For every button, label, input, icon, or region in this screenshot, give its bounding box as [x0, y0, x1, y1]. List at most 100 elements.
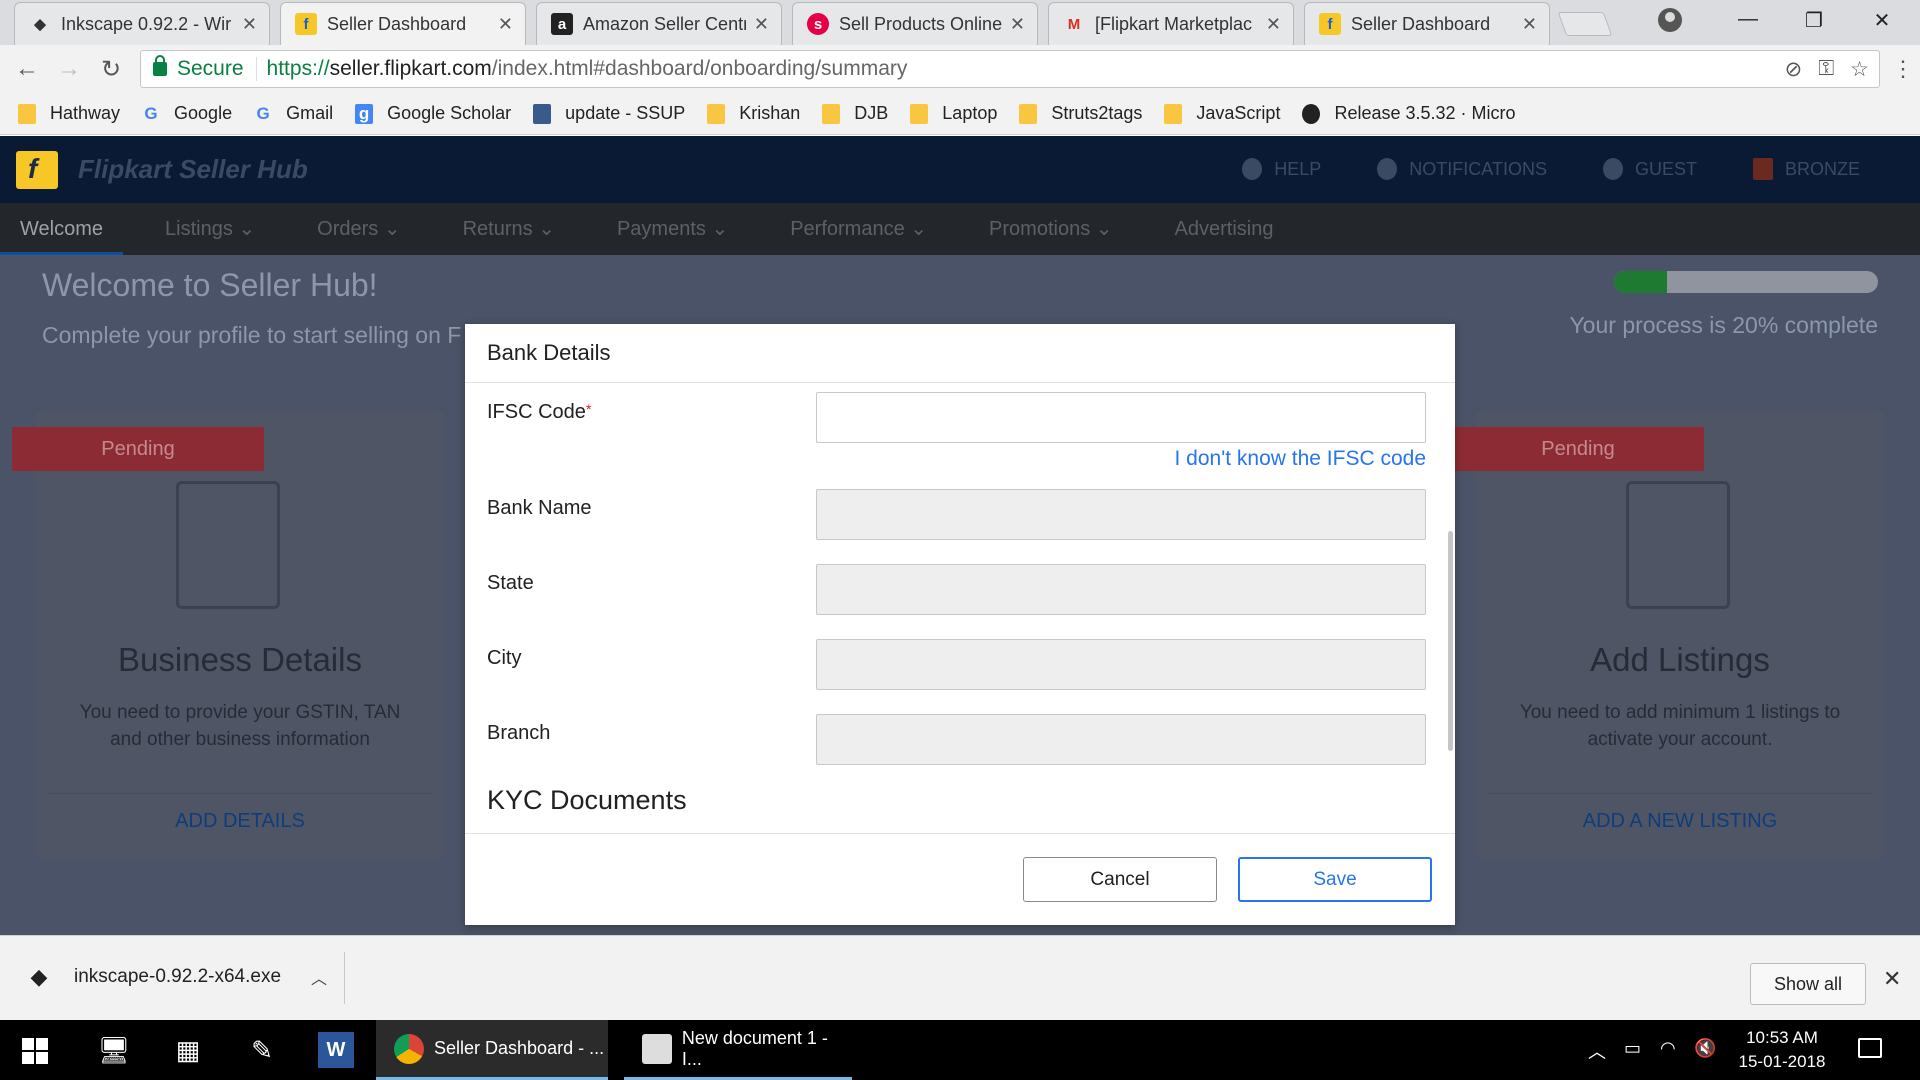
system-clock[interactable]: 10:53 AM 15-01-2018	[1732, 1026, 1832, 1074]
close-icon[interactable]: ✕	[498, 14, 513, 35]
tab-gmail[interactable]: M [Flipkart Marketplac ✕	[1048, 2, 1294, 45]
forward-icon[interactable]: →	[54, 55, 84, 83]
menu-performance[interactable]: Performance ⌄	[770, 203, 947, 255]
bookmark-item[interactable]: DJB	[822, 103, 888, 124]
window-close-icon[interactable]: ✕	[1862, 8, 1902, 33]
battery-icon[interactable]: ▭	[1624, 1038, 1641, 1059]
notepad-icon[interactable]: ✎	[244, 1032, 280, 1068]
dont-know-ifsc-link[interactable]: I don't know the IFSC code	[1175, 447, 1426, 471]
word-icon[interactable]: W	[318, 1032, 354, 1068]
menu-label: Promotions	[989, 218, 1091, 240]
bookmark-item[interactable]: Struts2tags	[1019, 103, 1142, 124]
flipkart-logo	[16, 151, 58, 189]
browser-toolbar: ← → ↻ Secure https:// seller.flipkart.co…	[0, 45, 1920, 93]
bookmark-item[interactable]: Krishan	[707, 103, 800, 124]
help-label: HELP	[1274, 158, 1322, 179]
calculator-icon[interactable]: ▦	[170, 1032, 206, 1068]
bookmark-label: Google Scholar	[387, 103, 512, 123]
folder-icon	[1164, 103, 1183, 124]
action-center-icon[interactable]	[1858, 1038, 1882, 1058]
tab-amazon[interactable]: a Amazon Seller Centr ✕	[536, 2, 782, 45]
menu-payments[interactable]: Payments ⌄	[597, 203, 748, 255]
close-icon[interactable]: ✕	[1883, 966, 1901, 992]
location-blocked-icon[interactable]: ⊘	[1785, 57, 1803, 82]
chevron-up-icon[interactable]: ︿	[311, 965, 327, 989]
desktop-icon[interactable]: 🖥	[96, 1032, 132, 1068]
divider	[344, 952, 345, 1004]
menu-promotions[interactable]: Promotions ⌄	[969, 203, 1132, 255]
menu-advertising[interactable]: Advertising	[1155, 203, 1294, 255]
snapdeal-icon: s	[807, 13, 829, 35]
close-icon[interactable]: ✕	[1010, 14, 1025, 35]
card-description: You need to add minimum 1 listings to ac…	[1519, 702, 1841, 750]
download-item[interactable]: ◆ inkscape-0.92.2-x64.exe ︿	[26, 964, 328, 990]
modal-scrollbar[interactable]	[1448, 531, 1453, 751]
state-input[interactable]	[816, 564, 1426, 615]
bank-name-input[interactable]	[816, 489, 1426, 540]
tab-inkscape[interactable]: ◆ Inkscape 0.92.2 - Wir ✕	[14, 2, 270, 45]
clock-date: 15-01-2018	[1738, 1052, 1826, 1071]
bookmark-item[interactable]: Release 3.5.32 · Micro	[1302, 103, 1516, 124]
bronze-link[interactable]: BRONZE	[1752, 158, 1860, 180]
close-icon[interactable]: ✕	[1522, 14, 1537, 35]
tab-sell-products[interactable]: s Sell Products Online ✕	[792, 2, 1038, 45]
close-icon[interactable]: ✕	[1266, 14, 1281, 35]
address-bar[interactable]: Secure https:// seller.flipkart.com /ind…	[140, 50, 1880, 88]
menu-label: Listings	[165, 218, 233, 240]
add-new-listing-link[interactable]: ADD A NEW LISTING	[1488, 793, 1872, 833]
guest-link[interactable]: GUEST	[1602, 158, 1697, 180]
minimize-icon[interactable]: —	[1728, 8, 1768, 31]
lock-icon	[153, 55, 167, 76]
menu-listings[interactable]: Listings ⌄	[145, 203, 275, 255]
menu-orders[interactable]: Orders ⌄	[297, 203, 420, 255]
bank-details-modal: Bank Details IFSC Code* I don't know the…	[465, 324, 1455, 925]
close-icon[interactable]: ✕	[754, 14, 769, 35]
tab-title: Sell Products Online	[839, 13, 1002, 34]
add-details-link[interactable]: ADD DETAILS	[48, 793, 432, 833]
cancel-button[interactable]: Cancel	[1023, 857, 1217, 902]
reload-icon[interactable]: ↻	[96, 55, 126, 84]
scholar-icon: g	[355, 103, 374, 124]
bookmark-item[interactable]: G Gmail	[254, 103, 333, 124]
restore-icon[interactable]: ❐	[1794, 8, 1834, 33]
bookmark-label: Release 3.5.32 · Micro	[1334, 103, 1516, 123]
tab-seller-dashboard[interactable]: f Seller Dashboard ✕	[280, 2, 526, 45]
bookmark-item[interactable]: G Google	[142, 103, 232, 124]
bookmark-item[interactable]: JavaScript	[1164, 103, 1280, 124]
menu-returns[interactable]: Returns ⌄	[443, 203, 575, 255]
inkscape-icon	[642, 1033, 672, 1064]
volume-muted-icon[interactable]: 🔇	[1694, 1038, 1716, 1059]
save-button[interactable]: Save	[1238, 857, 1432, 902]
chrome-menu-icon[interactable]: ⋮	[1892, 56, 1914, 82]
bookmark-item[interactable]: Hathway	[18, 103, 120, 124]
windows-start-icon[interactable]	[22, 1038, 48, 1064]
tab-title: Inkscape 0.92.2 - Wir	[61, 13, 232, 34]
close-icon[interactable]: ✕	[242, 14, 257, 35]
new-tab-button[interactable]	[1557, 12, 1613, 36]
bookmark-label: update - SSUP	[565, 103, 686, 123]
profile-icon[interactable]	[1658, 8, 1682, 32]
taskbar-app-label: Seller Dashboard - ...	[434, 1038, 605, 1058]
ifsc-code-input[interactable]	[816, 392, 1426, 443]
taskbar-app-inkscape[interactable]: New document 1 - I...	[624, 1020, 852, 1080]
branch-input[interactable]	[816, 714, 1426, 765]
wifi-icon[interactable]: ◠	[1660, 1038, 1676, 1059]
status-badge: Pending	[1452, 427, 1704, 471]
menu-welcome[interactable]: Welcome	[0, 203, 123, 255]
city-input[interactable]	[816, 639, 1426, 690]
help-link[interactable]: HELP	[1242, 158, 1321, 180]
folder-icon	[822, 103, 841, 124]
required-mark: *	[585, 401, 592, 417]
show-all-button[interactable]: Show all	[1750, 963, 1866, 1005]
tray-chevron-icon[interactable]: ︿	[1588, 1038, 1606, 1064]
tab-seller-dashboard-2[interactable]: f Seller Dashboard ✕	[1304, 2, 1550, 45]
key-icon[interactable]: ⚿	[1818, 57, 1834, 82]
bookmark-item[interactable]: g Google Scholar	[355, 103, 511, 124]
ifsc-label: IFSC Code*	[487, 401, 591, 424]
bookmark-star-icon[interactable]: ☆	[1850, 57, 1869, 82]
notifications-link[interactable]: NOTIFICATIONS	[1377, 158, 1547, 180]
bookmark-item[interactable]: Laptop	[910, 103, 997, 124]
back-icon[interactable]: ←	[12, 55, 42, 83]
bookmark-item[interactable]: update - SSUP	[533, 103, 685, 124]
taskbar-app-chrome[interactable]: Seller Dashboard - ...	[376, 1020, 608, 1080]
